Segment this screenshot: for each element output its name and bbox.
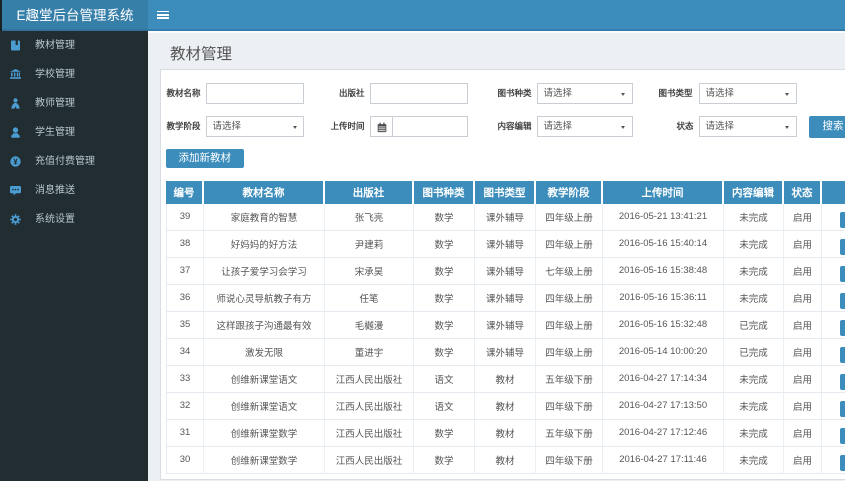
svg-text:¥: ¥ (13, 157, 18, 166)
